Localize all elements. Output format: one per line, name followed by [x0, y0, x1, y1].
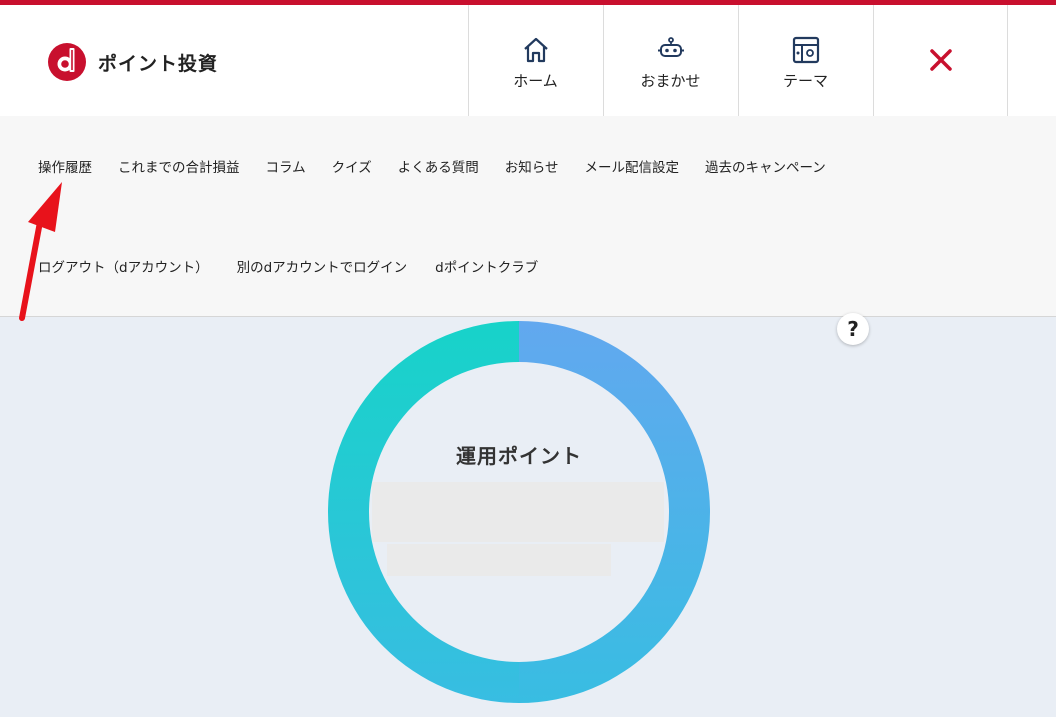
nav-omakase-button[interactable]: おまかせ: [603, 5, 737, 116]
close-button[interactable]: [873, 5, 1007, 116]
menu-item-total-profit[interactable]: これまでの合計損益: [118, 156, 240, 176]
nav-home-button[interactable]: ホーム: [468, 5, 602, 116]
redacted-value: [372, 482, 664, 542]
header: ポイント投資 ホーム おまかせ テーマ: [0, 5, 1056, 116]
menu-item-mail-settings[interactable]: メール配信設定: [584, 156, 679, 176]
menu-item-dpoint-club[interactable]: dポイントクラブ: [435, 256, 538, 276]
menu-item-news[interactable]: お知らせ: [505, 156, 559, 176]
menu-item-quiz[interactable]: クイズ: [332, 156, 372, 176]
help-button[interactable]: ?: [837, 313, 869, 345]
menu-item-past-campaigns[interactable]: 過去のキャンペーン: [705, 156, 826, 176]
nav-theme-button[interactable]: テーマ: [738, 5, 872, 116]
nav-theme-label: テーマ: [782, 72, 828, 90]
menu-item-column[interactable]: コラム: [266, 156, 306, 176]
nav-omakase-label: おまかせ: [640, 72, 701, 90]
menu-row-primary: 操作履歴 これまでの合計損益 コラム クイズ よくある質問 お知らせ メール配信…: [38, 156, 852, 176]
d-logo-icon[interactable]: [47, 42, 87, 82]
header-divider: [1007, 5, 1008, 116]
nav-home-label: ホーム: [513, 72, 558, 90]
home-icon: [521, 35, 551, 65]
menu-panel: 操作履歴 これまでの合計損益 コラム クイズ よくある質問 お知らせ メール配信…: [0, 116, 1056, 317]
menu-item-switch-account[interactable]: 別のdアカウントでログイン: [237, 256, 408, 276]
robot-icon: [656, 35, 686, 65]
brand-title[interactable]: ポイント投資: [98, 49, 218, 76]
points-title: 運用ポイント: [456, 444, 582, 468]
theme-icon: [791, 35, 821, 65]
menu-row-account: ログアウト（dアカウント） 別のdアカウントでログイン dポイントクラブ: [38, 256, 566, 276]
menu-item-faq[interactable]: よくある質問: [398, 156, 479, 176]
close-icon: [926, 45, 956, 75]
red-arrow-annotation: [19, 182, 62, 321]
redacted-subvalue: [387, 544, 611, 576]
